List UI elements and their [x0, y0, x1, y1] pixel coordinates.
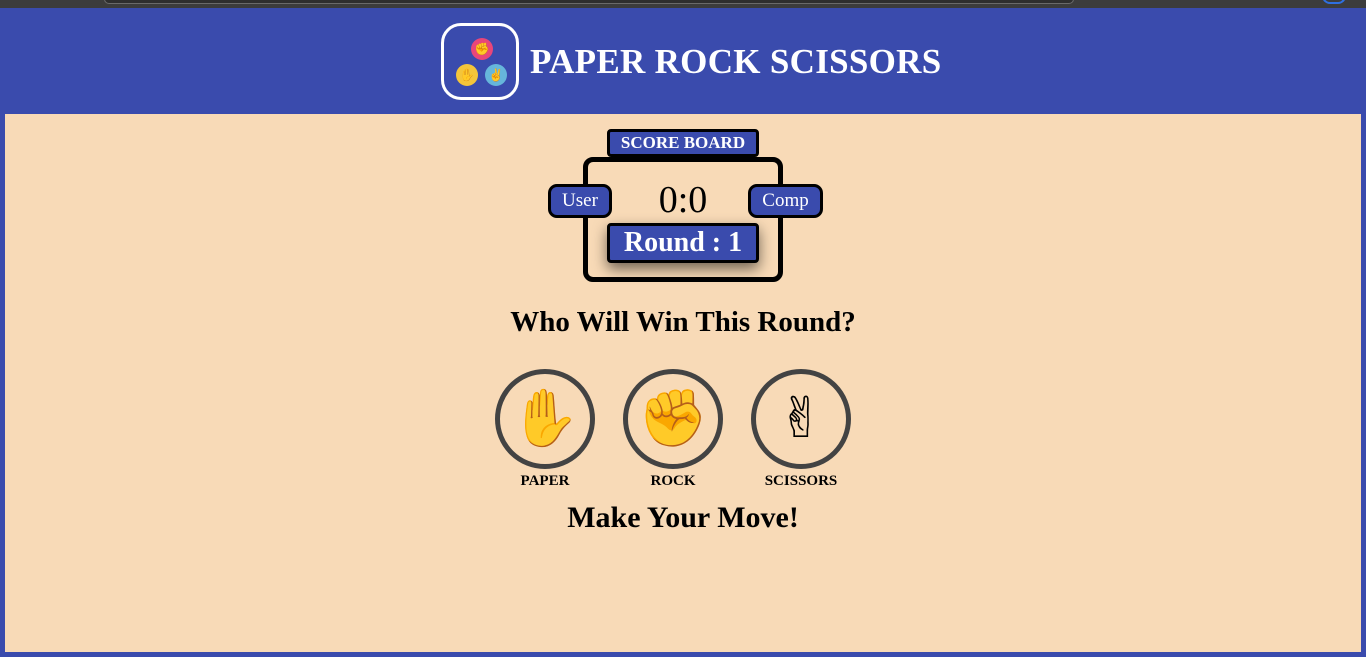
choice-scissors[interactable]: ✌ SCISSORS [751, 369, 851, 490]
hand-paper-icon[interactable]: ✋ [495, 369, 595, 469]
paper-icon: ✋ [456, 64, 478, 86]
game-area: SCORE BOARD User Comp 0:0 Round : 1 Who … [5, 114, 1361, 652]
score-display: 0:0 [658, 179, 708, 221]
status-message: Make Your Move! [567, 501, 799, 534]
scissors-icon: ✌ [485, 64, 507, 86]
comp-badge: Comp [748, 184, 823, 218]
browser-top-strip [0, 0, 1366, 8]
address-bar[interactable] [104, 0, 1074, 4]
user-badge: User [548, 184, 612, 218]
scoreboard-label: SCORE BOARD [607, 129, 759, 157]
extension-icon[interactable] [1322, 0, 1346, 4]
hand-scissors-icon[interactable]: ✌ [751, 369, 851, 469]
site-header: ✊ ✋ ✌ PAPER ROCK SCISSORS [0, 8, 1366, 114]
choice-paper-label: PAPER [520, 473, 570, 489]
choice-rock[interactable]: ✊ ROCK [623, 369, 723, 490]
round-question: Who Will Win This Round? [510, 306, 856, 338]
choice-rock-label: ROCK [650, 473, 696, 489]
rock-icon: ✊ [471, 38, 493, 60]
choice-paper[interactable]: ✋ PAPER [495, 369, 595, 490]
hand-rock-icon[interactable]: ✊ [623, 369, 723, 469]
round-badge: Round : 1 [607, 223, 759, 263]
logo: ✊ ✋ ✌ [441, 23, 519, 100]
choice-scissors-label: SCISSORS [764, 473, 838, 489]
site-title: PAPER ROCK SCISSORS [530, 42, 942, 81]
